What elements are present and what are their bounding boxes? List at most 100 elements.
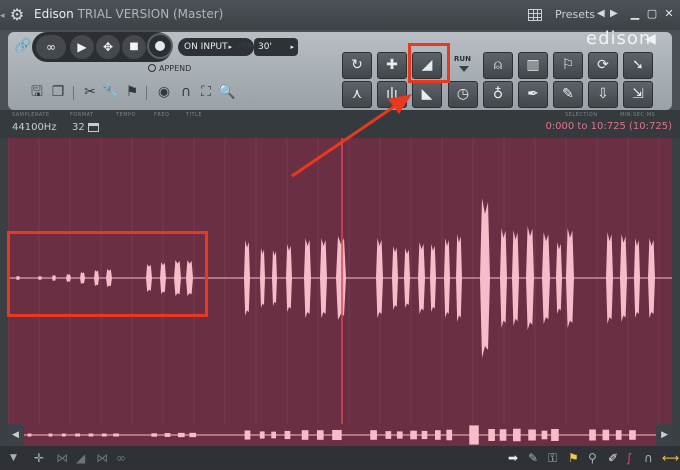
play-icon[interactable]: ▶ [70, 35, 94, 59]
pencil-icon[interactable]: ✎ [528, 451, 538, 465]
waveform-burst [512, 230, 519, 326]
waveform-burst [272, 250, 277, 306]
lock-icon[interactable]: ⚿ [548, 451, 557, 465]
close-icon[interactable]: ✕ [662, 7, 676, 21]
overview-burst [488, 429, 495, 441]
tools-wrench-icon[interactable]: 🔧 [102, 83, 119, 101]
run-dropdown-icon[interactable] [459, 66, 469, 72]
view-eye-icon[interactable]: ◉ [156, 83, 172, 101]
waveform-burst [634, 238, 640, 318]
minimize-icon[interactable]: ▁ [628, 7, 642, 21]
format-icon[interactable] [88, 123, 99, 132]
preset-next-icon[interactable]: ▶ [610, 8, 618, 19]
draw-icon[interactable]: ◢ [76, 451, 85, 465]
collapse-icon[interactable]: ◂ [0, 11, 5, 21]
spectrum-button[interactable]: ⍝ [483, 52, 513, 79]
window-title: Edison TRIAL VERSION (Master) [34, 7, 223, 21]
chain-icon[interactable]: ∞ [116, 451, 126, 465]
marker-button[interactable]: ⚐ [553, 52, 583, 79]
zoom-magnifier-icon[interactable]: 🔍 [218, 83, 235, 101]
fade-out-button[interactable]: ◣ [412, 81, 442, 108]
send-cursor-button[interactable]: ➘ [623, 52, 653, 79]
bottom-toolbar: ▼ ✛ ⋈ ◢ ⋈ ∞ ➡ ✎ ⚿ ⚑ ⚲ ✐ ∫ ∩ ⟷ [0, 446, 680, 470]
draw-pen-icon[interactable]: ✐ [608, 451, 618, 465]
for-value: 30' [258, 42, 272, 52]
snap-magnet-icon[interactable]: ∩ [178, 83, 194, 101]
overview-burst [284, 430, 291, 440]
overview-burst [385, 431, 392, 439]
waveform-burst [606, 232, 613, 324]
presets-button[interactable]: Presets [555, 8, 595, 21]
snap-icon[interactable]: ⚲ [588, 451, 597, 465]
overview-burst [615, 430, 622, 440]
record-button[interactable] [147, 33, 173, 59]
run-label[interactable]: RUN [454, 55, 471, 63]
split-channel-icon[interactable]: ⋈ [56, 451, 68, 465]
overview-canvas [24, 425, 656, 445]
gear-icon[interactable]: ⚙ [8, 6, 26, 24]
arrow-right-icon[interactable]: ➡ [508, 451, 518, 465]
flag-marker-icon[interactable]: ⚑ [568, 451, 579, 465]
overview-burst [316, 430, 324, 440]
zoom-fit-icon[interactable]: ⛶ [198, 83, 214, 101]
overview-burst [271, 431, 277, 439]
curve-icon[interactable]: ∫ [626, 451, 632, 465]
trim-selection-button[interactable]: ✚ [377, 52, 407, 79]
for-duration-selector[interactable]: 30' ▸ [254, 38, 298, 56]
overview-scrollbar[interactable]: ◀ ▶ [8, 424, 672, 446]
on-input-label: ON INPUT [184, 42, 228, 52]
scroll-right-icon[interactable]: ▶ [661, 430, 668, 440]
browser-grid-icon[interactable] [528, 9, 542, 21]
title-bar: ◂ ⚙ Edison TRIAL VERSION (Master) Preset… [0, 0, 680, 30]
overview-burst [446, 429, 453, 441]
time-stretch-button[interactable]: ◷ [448, 81, 478, 108]
overview-burst [88, 433, 94, 437]
info-strip: SAMPLERATE 44100Hz FORMAT 32 TEMPO FREQ … [0, 110, 680, 138]
magnet-icon[interactable]: ∩ [644, 451, 653, 465]
scrub-icon[interactable]: ✥ [96, 35, 120, 59]
overview-burst [396, 431, 403, 439]
waveform-burst [244, 240, 250, 316]
for-label: FOR [238, 42, 253, 50]
link-icon[interactable]: 🔗 [14, 38, 31, 54]
split-button[interactable]: ⋏ [342, 81, 372, 108]
feather-button[interactable]: ✒ [518, 81, 548, 108]
equalize-button[interactable]: ▥ [518, 52, 548, 79]
refresh-button[interactable]: ⟳ [588, 52, 618, 79]
overview-burst [528, 429, 536, 441]
loop-rewind-button[interactable]: ↻ [342, 52, 372, 79]
waveform-burst [430, 244, 436, 312]
tag-button[interactable]: ✎ [553, 81, 583, 108]
overview-burst [541, 430, 548, 440]
maximize-icon[interactable]: ▢ [645, 7, 659, 21]
cut-icon[interactable]: ✂ [82, 83, 98, 101]
blur-button[interactable]: ♁ [483, 81, 513, 108]
save-icon[interactable]: 🖫 [29, 83, 45, 101]
overview-burst [589, 429, 596, 441]
preset-prev-icon[interactable]: ◀ [597, 8, 605, 19]
zoom-region-icon[interactable]: ⋈ [96, 451, 108, 465]
marker-flag-icon[interactable]: ⚑ [124, 83, 140, 101]
append-toggle[interactable]: APPEND [148, 64, 191, 73]
format-value[interactable]: 32 [72, 122, 85, 133]
loop-icon[interactable]: ∞ [36, 35, 66, 59]
stop-icon[interactable]: ■ [122, 35, 146, 59]
normalize-button[interactable]: ılı [377, 81, 407, 108]
waveform-burst [418, 242, 425, 314]
scroll-left-icon[interactable]: ◀ [12, 430, 19, 440]
overview-burst [27, 433, 32, 437]
scrub-cross-icon[interactable]: ✛ [34, 451, 44, 465]
append-radio-icon[interactable] [148, 64, 156, 72]
samplerate-value[interactable]: 44100Hz [12, 122, 57, 133]
overview-burst [164, 433, 171, 437]
send-to-playlist-button[interactable]: ⇲ [623, 81, 653, 108]
waveform-burst [556, 242, 562, 314]
copy-icon[interactable]: ❐ [50, 83, 66, 101]
toolbar-divider [146, 86, 147, 100]
menu-dropdown-icon[interactable]: ▼ [10, 451, 17, 465]
stretch-icon[interactable]: ⟷ [662, 451, 679, 465]
selection-value: 0:000 to 10:725 (10:725) [545, 121, 672, 132]
waveform-burst [260, 248, 265, 308]
overview-waveform[interactable] [24, 424, 656, 446]
export-button[interactable]: ⇩ [588, 81, 618, 108]
